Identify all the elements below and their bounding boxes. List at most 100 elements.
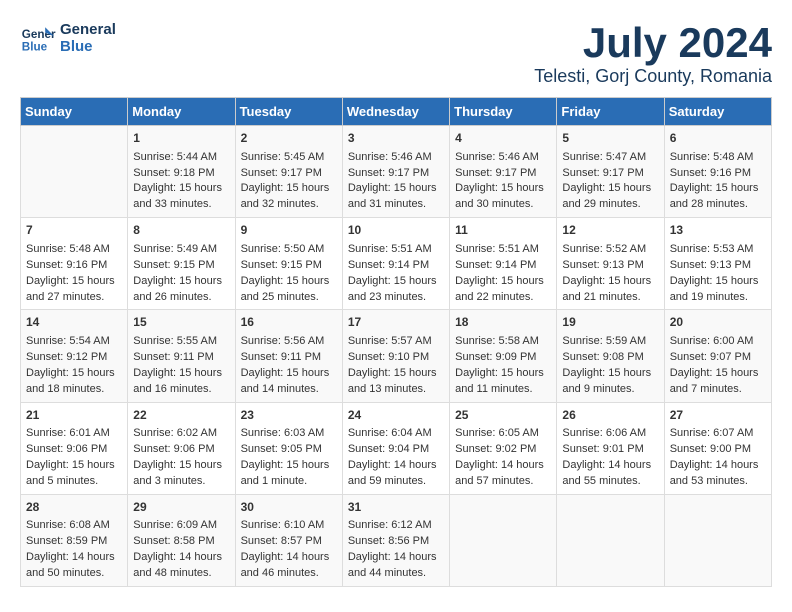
- day-number: 18: [455, 314, 551, 331]
- day-header-wednesday: Wednesday: [342, 98, 449, 126]
- sunset-text: Sunset: 9:09 PM: [455, 351, 536, 363]
- sunset-text: Sunset: 9:11 PM: [241, 351, 322, 363]
- sunrise-text: Sunrise: 5:51 AM: [348, 243, 432, 255]
- day-number: 16: [241, 314, 337, 331]
- sunset-text: Sunset: 9:15 PM: [133, 259, 214, 271]
- daylight-text: Daylight: 14 hours and 53 minutes.: [670, 459, 759, 487]
- logo-blue: Blue: [60, 38, 116, 55]
- day-number: 27: [670, 407, 766, 424]
- calendar-cell: 12Sunrise: 5:52 AMSunset: 9:13 PMDayligh…: [557, 218, 664, 310]
- day-header-thursday: Thursday: [450, 98, 557, 126]
- sunrise-text: Sunrise: 6:00 AM: [670, 335, 754, 347]
- calendar-cell: 28Sunrise: 6:08 AMSunset: 8:59 PMDayligh…: [21, 494, 128, 586]
- month-title: July 2024: [534, 20, 772, 66]
- sunrise-text: Sunrise: 5:55 AM: [133, 335, 217, 347]
- sunset-text: Sunset: 9:01 PM: [562, 443, 643, 455]
- daylight-text: Daylight: 15 hours and 22 minutes.: [455, 275, 544, 303]
- daylight-text: Daylight: 15 hours and 18 minutes.: [26, 367, 115, 395]
- logo-icon: General Blue: [20, 20, 56, 56]
- sunrise-text: Sunrise: 5:48 AM: [26, 243, 110, 255]
- daylight-text: Daylight: 15 hours and 11 minutes.: [455, 367, 544, 395]
- sunset-text: Sunset: 8:59 PM: [26, 535, 107, 547]
- sunrise-text: Sunrise: 6:04 AM: [348, 427, 432, 439]
- sunset-text: Sunset: 9:16 PM: [26, 259, 107, 271]
- calendar-cell: 30Sunrise: 6:10 AMSunset: 8:57 PMDayligh…: [235, 494, 342, 586]
- calendar-cell: 26Sunrise: 6:06 AMSunset: 9:01 PMDayligh…: [557, 402, 664, 494]
- sunrise-text: Sunrise: 5:57 AM: [348, 335, 432, 347]
- sunrise-text: Sunrise: 5:51 AM: [455, 243, 539, 255]
- daylight-text: Daylight: 15 hours and 28 minutes.: [670, 182, 759, 210]
- day-number: 21: [26, 407, 122, 424]
- daylight-text: Daylight: 15 hours and 5 minutes.: [26, 459, 115, 487]
- logo: General Blue General Blue: [20, 20, 116, 56]
- daylight-text: Daylight: 15 hours and 9 minutes.: [562, 367, 651, 395]
- sunset-text: Sunset: 9:08 PM: [562, 351, 643, 363]
- daylight-text: Daylight: 14 hours and 59 minutes.: [348, 459, 437, 487]
- daylight-text: Daylight: 15 hours and 13 minutes.: [348, 367, 437, 395]
- calendar-cell: 22Sunrise: 6:02 AMSunset: 9:06 PMDayligh…: [128, 402, 235, 494]
- day-number: 23: [241, 407, 337, 424]
- sunrise-text: Sunrise: 5:53 AM: [670, 243, 754, 255]
- page-header: General Blue General Blue July 2024 Tele…: [20, 20, 772, 87]
- day-number: 28: [26, 499, 122, 516]
- sunset-text: Sunset: 9:14 PM: [348, 259, 429, 271]
- calendar-cell: 21Sunrise: 6:01 AMSunset: 9:06 PMDayligh…: [21, 402, 128, 494]
- sunrise-text: Sunrise: 5:46 AM: [455, 151, 539, 163]
- sunset-text: Sunset: 8:56 PM: [348, 535, 429, 547]
- sunrise-text: Sunrise: 6:02 AM: [133, 427, 217, 439]
- sunrise-text: Sunrise: 5:50 AM: [241, 243, 325, 255]
- daylight-text: Daylight: 14 hours and 55 minutes.: [562, 459, 651, 487]
- calendar-cell: 16Sunrise: 5:56 AMSunset: 9:11 PMDayligh…: [235, 310, 342, 402]
- calendar-cell: 3Sunrise: 5:46 AMSunset: 9:17 PMDaylight…: [342, 126, 449, 218]
- sunset-text: Sunset: 9:02 PM: [455, 443, 536, 455]
- logo-general: General: [60, 21, 116, 38]
- daylight-text: Daylight: 15 hours and 31 minutes.: [348, 182, 437, 210]
- day-number: 15: [133, 314, 229, 331]
- sunrise-text: Sunrise: 6:07 AM: [670, 427, 754, 439]
- calendar-cell: 10Sunrise: 5:51 AMSunset: 9:14 PMDayligh…: [342, 218, 449, 310]
- day-header-saturday: Saturday: [664, 98, 771, 126]
- sunset-text: Sunset: 9:17 PM: [562, 167, 643, 179]
- day-number: 2: [241, 130, 337, 147]
- day-header-sunday: Sunday: [21, 98, 128, 126]
- calendar-cell: 18Sunrise: 5:58 AMSunset: 9:09 PMDayligh…: [450, 310, 557, 402]
- sunrise-text: Sunrise: 6:01 AM: [26, 427, 110, 439]
- calendar-cell: 20Sunrise: 6:00 AMSunset: 9:07 PMDayligh…: [664, 310, 771, 402]
- day-number: 14: [26, 314, 122, 331]
- calendar-cell: 15Sunrise: 5:55 AMSunset: 9:11 PMDayligh…: [128, 310, 235, 402]
- daylight-text: Daylight: 15 hours and 30 minutes.: [455, 182, 544, 210]
- calendar-cell: 13Sunrise: 5:53 AMSunset: 9:13 PMDayligh…: [664, 218, 771, 310]
- daylight-text: Daylight: 14 hours and 46 minutes.: [241, 551, 330, 579]
- sunrise-text: Sunrise: 5:49 AM: [133, 243, 217, 255]
- sunset-text: Sunset: 9:17 PM: [455, 167, 536, 179]
- calendar-table: SundayMondayTuesdayWednesdayThursdayFrid…: [20, 97, 772, 587]
- sunset-text: Sunset: 9:17 PM: [348, 167, 429, 179]
- day-number: 19: [562, 314, 658, 331]
- sunrise-text: Sunrise: 5:48 AM: [670, 151, 754, 163]
- sunset-text: Sunset: 9:05 PM: [241, 443, 322, 455]
- daylight-text: Daylight: 15 hours and 7 minutes.: [670, 367, 759, 395]
- calendar-cell: [557, 494, 664, 586]
- daylight-text: Daylight: 15 hours and 25 minutes.: [241, 275, 330, 303]
- sunset-text: Sunset: 9:13 PM: [670, 259, 751, 271]
- day-number: 1: [133, 130, 229, 147]
- daylight-text: Daylight: 14 hours and 44 minutes.: [348, 551, 437, 579]
- sunrise-text: Sunrise: 6:08 AM: [26, 519, 110, 531]
- day-number: 29: [133, 499, 229, 516]
- calendar-cell: 11Sunrise: 5:51 AMSunset: 9:14 PMDayligh…: [450, 218, 557, 310]
- daylight-text: Daylight: 15 hours and 27 minutes.: [26, 275, 115, 303]
- svg-text:Blue: Blue: [22, 41, 48, 54]
- sunrise-text: Sunrise: 6:06 AM: [562, 427, 646, 439]
- day-number: 8: [133, 222, 229, 239]
- location-title: Telesti, Gorj County, Romania: [534, 66, 772, 87]
- calendar-cell: 2Sunrise: 5:45 AMSunset: 9:17 PMDaylight…: [235, 126, 342, 218]
- sunset-text: Sunset: 8:58 PM: [133, 535, 214, 547]
- sunrise-text: Sunrise: 5:54 AM: [26, 335, 110, 347]
- daylight-text: Daylight: 14 hours and 48 minutes.: [133, 551, 222, 579]
- calendar-cell: 9Sunrise: 5:50 AMSunset: 9:15 PMDaylight…: [235, 218, 342, 310]
- sunset-text: Sunset: 9:14 PM: [455, 259, 536, 271]
- sunset-text: Sunset: 8:57 PM: [241, 535, 322, 547]
- week-row-3: 14Sunrise: 5:54 AMSunset: 9:12 PMDayligh…: [21, 310, 772, 402]
- day-number: 12: [562, 222, 658, 239]
- sunrise-text: Sunrise: 6:10 AM: [241, 519, 325, 531]
